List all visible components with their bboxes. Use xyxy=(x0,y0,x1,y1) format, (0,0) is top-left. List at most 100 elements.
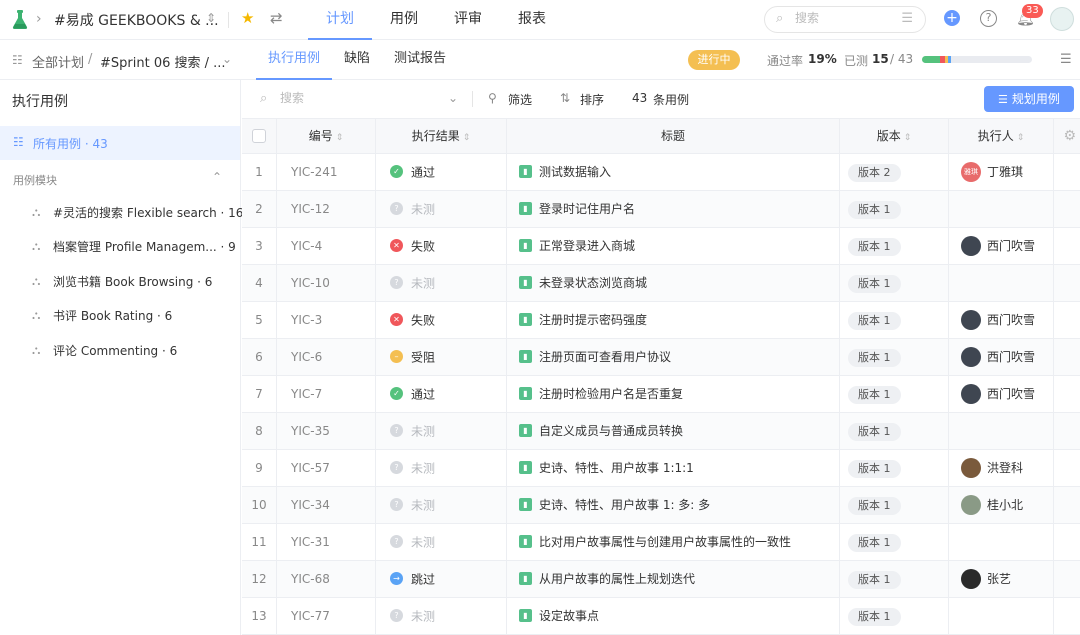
title-cell[interactable]: ▮ 比对用户故事属性与创建用户故事属性的一致性 xyxy=(507,524,840,561)
title-cell[interactable]: ▮ 测试数据输入 xyxy=(507,154,840,191)
plan-cases-button[interactable]: ☰ 规划用例 xyxy=(984,86,1074,112)
add-button[interactable]: + xyxy=(944,10,960,26)
chevron-up-icon[interactable]: ⌃ xyxy=(212,170,222,184)
sidebar-module-item[interactable]: ⛬ 档案管理 Profile Managem... · 9 xyxy=(32,236,236,258)
project-name[interactable]: #易成 GEEKBOOKS & ... xyxy=(54,10,219,30)
version-cell[interactable]: 版本 1 xyxy=(840,339,949,376)
title-cell[interactable]: ▮ 正常登录进入商城 xyxy=(507,228,840,265)
owner-cell[interactable]: 张艺 xyxy=(949,561,1054,598)
column-header-version[interactable]: 版本 ⇕ xyxy=(840,119,949,155)
owner-cell[interactable] xyxy=(949,524,1054,561)
table-row[interactable]: 6 YIC-6– 受阻 ▮ 注册页面可查看用户协议 版本 1 西门吹雪 xyxy=(242,339,1080,376)
version-cell[interactable]: 版本 1 xyxy=(840,376,949,413)
filter-button[interactable]: 筛选 xyxy=(508,91,532,108)
global-search[interactable]: ⌕ ☰ xyxy=(764,6,926,33)
table-row[interactable]: 1 YIC-241 ✓ 通过 ▮ 测试数据输入 版本 2 雅琪 丁雅琪 xyxy=(242,154,1080,191)
star-icon[interactable]: ★ xyxy=(241,9,254,27)
version-cell[interactable]: 版本 1 xyxy=(840,265,949,302)
swap-icon[interactable]: ⇄ xyxy=(270,9,283,27)
case-code[interactable]: YIC-3 xyxy=(277,302,376,339)
sort-button[interactable]: 排序 xyxy=(580,91,604,108)
version-cell[interactable]: 版本 1 xyxy=(840,598,949,635)
table-row[interactable]: 8 YIC-35? 未测 ▮ 自定义成员与普通成员转换 版本 1 xyxy=(242,413,1080,450)
result-cell[interactable]: ? 未测 xyxy=(376,265,507,302)
table-row[interactable]: 7 YIC-7 ✓ 通过 ▮ 注册时检验用户名是否重复 版本 1 西门吹雪 xyxy=(242,376,1080,413)
result-cell[interactable]: ✕ 失败 xyxy=(376,302,507,339)
title-cell[interactable]: ▮ 从用户故事的属性上规划迭代 xyxy=(507,561,840,598)
case-code[interactable]: YIC-10 xyxy=(277,265,376,302)
result-cell[interactable]: – 受阻 xyxy=(376,339,507,376)
result-cell[interactable]: ? 未测 xyxy=(376,413,507,450)
breadcrumb-current-plan[interactable]: #Sprint 06 搜索 / ... xyxy=(100,52,226,71)
table-row[interactable]: 13 YIC-77? 未测 ▮ 设定故事点 版本 1 xyxy=(242,598,1080,635)
version-cell[interactable]: 版本 1 xyxy=(840,487,949,524)
result-cell[interactable]: → 跳过 xyxy=(376,561,507,598)
table-row[interactable]: 5 YIC-3 ✕ 失败 ▮ 注册时提示密码强度 版本 1 西门吹雪 xyxy=(242,302,1080,339)
table-row[interactable]: 3 YIC-4 ✕ 失败 ▮ 正常登录进入商城 版本 1 西门吹雪 xyxy=(242,228,1080,265)
tab-plan[interactable]: 计划 xyxy=(308,0,372,40)
title-cell[interactable]: ▮ 注册页面可查看用户协议 xyxy=(507,339,840,376)
title-cell[interactable]: ▮ 注册时提示密码强度 xyxy=(507,302,840,339)
owner-cell[interactable]: 雅琪 丁雅琪 xyxy=(949,154,1054,191)
column-header-title[interactable]: 标题 xyxy=(507,119,840,155)
table-row[interactable]: 10 YIC-34? 未测 ▮ 史诗、特性、用户故事 1: 多: 多 版本 1 桂小北 xyxy=(242,487,1080,524)
version-cell[interactable]: 版本 2 xyxy=(840,154,949,191)
user-avatar[interactable] xyxy=(1050,7,1074,31)
app-logo-icon[interactable] xyxy=(12,10,28,30)
select-all-checkbox[interactable] xyxy=(252,129,266,143)
case-code[interactable]: YIC-77 xyxy=(277,598,376,635)
table-row[interactable]: 4 YIC-10? 未测 ▮ 未登录状态浏览商城 版本 1 xyxy=(242,265,1080,302)
column-settings-icon[interactable]: ⚙ xyxy=(1063,128,1076,144)
filter-icon[interactable]: ⚲ xyxy=(488,91,497,105)
case-code[interactable]: YIC-12 xyxy=(277,191,376,228)
list-view-icon[interactable]: ☰ xyxy=(1060,52,1072,67)
case-code[interactable]: YIC-68 xyxy=(277,561,376,598)
sidebar-module-item[interactable]: ⛬ 浏览书籍 Book Browsing · 6 xyxy=(32,271,232,293)
chevron-down-icon[interactable]: ⌄ xyxy=(222,52,232,66)
owner-cell[interactable]: 西门吹雪 xyxy=(949,228,1054,265)
owner-cell[interactable]: 桂小北 xyxy=(949,487,1054,524)
owner-cell[interactable] xyxy=(949,413,1054,450)
global-search-input[interactable] xyxy=(795,11,895,25)
case-code[interactable]: YIC-4 xyxy=(277,228,376,265)
owner-cell[interactable]: 西门吹雪 xyxy=(949,339,1054,376)
owner-cell[interactable]: 西门吹雪 xyxy=(949,376,1054,413)
result-cell[interactable]: ✕ 失败 xyxy=(376,228,507,265)
table-row[interactable]: 9 YIC-57? 未测 ▮ 史诗、特性、用户故事 1:1:1 版本 1 洪登科 xyxy=(242,450,1080,487)
tab-reports[interactable]: 报表 xyxy=(500,0,564,40)
column-header-owner[interactable]: 执行人 ⇕ xyxy=(949,119,1054,155)
sidebar-module-item[interactable]: ⛬ 评论 Commenting · 6 xyxy=(32,340,232,362)
version-cell[interactable]: 版本 1 xyxy=(840,524,949,561)
owner-cell[interactable] xyxy=(949,598,1054,635)
filter-icon[interactable]: ☰ xyxy=(901,11,913,26)
column-header-code[interactable]: 编号 ⇕ xyxy=(277,119,376,155)
tab-cases[interactable]: 用例 xyxy=(372,0,436,40)
case-code[interactable]: YIC-57 xyxy=(277,450,376,487)
version-cell[interactable]: 版本 1 xyxy=(840,228,949,265)
case-code[interactable]: YIC-31 xyxy=(277,524,376,561)
owner-cell[interactable] xyxy=(949,191,1054,228)
case-code[interactable]: YIC-35 xyxy=(277,413,376,450)
result-cell[interactable]: ? 未测 xyxy=(376,524,507,561)
title-cell[interactable]: ▮ 设定故事点 xyxy=(507,598,840,635)
owner-cell[interactable]: 西门吹雪 xyxy=(949,302,1054,339)
title-cell[interactable]: ▮ 自定义成员与普通成员转换 xyxy=(507,413,840,450)
case-code[interactable]: YIC-241 xyxy=(277,154,376,191)
case-code[interactable]: YIC-34 xyxy=(277,487,376,524)
owner-cell[interactable] xyxy=(949,265,1054,302)
version-cell[interactable]: 版本 1 xyxy=(840,561,949,598)
version-cell[interactable]: 版本 1 xyxy=(840,302,949,339)
title-cell[interactable]: ▮ 注册时检验用户名是否重复 xyxy=(507,376,840,413)
column-header-result[interactable]: 执行结果 ⇕ xyxy=(376,119,507,155)
case-search-input[interactable] xyxy=(280,91,400,105)
version-cell[interactable]: 版本 1 xyxy=(840,450,949,487)
table-row[interactable]: 11 YIC-31? 未测 ▮ 比对用户故事属性与创建用户故事属性的一致性 版本 1 xyxy=(242,524,1080,561)
chevron-down-icon[interactable]: ⌄ xyxy=(448,91,458,105)
result-cell[interactable]: ✓ 通过 xyxy=(376,154,507,191)
version-cell[interactable]: 版本 1 xyxy=(840,413,949,450)
title-cell[interactable]: ▮ 未登录状态浏览商城 xyxy=(507,265,840,302)
result-cell[interactable]: ✓ 通过 xyxy=(376,376,507,413)
version-cell[interactable]: 版本 1 xyxy=(840,191,949,228)
title-cell[interactable]: ▮ 登录时记住用户名 xyxy=(507,191,840,228)
tab-review[interactable]: 评审 xyxy=(436,0,500,40)
